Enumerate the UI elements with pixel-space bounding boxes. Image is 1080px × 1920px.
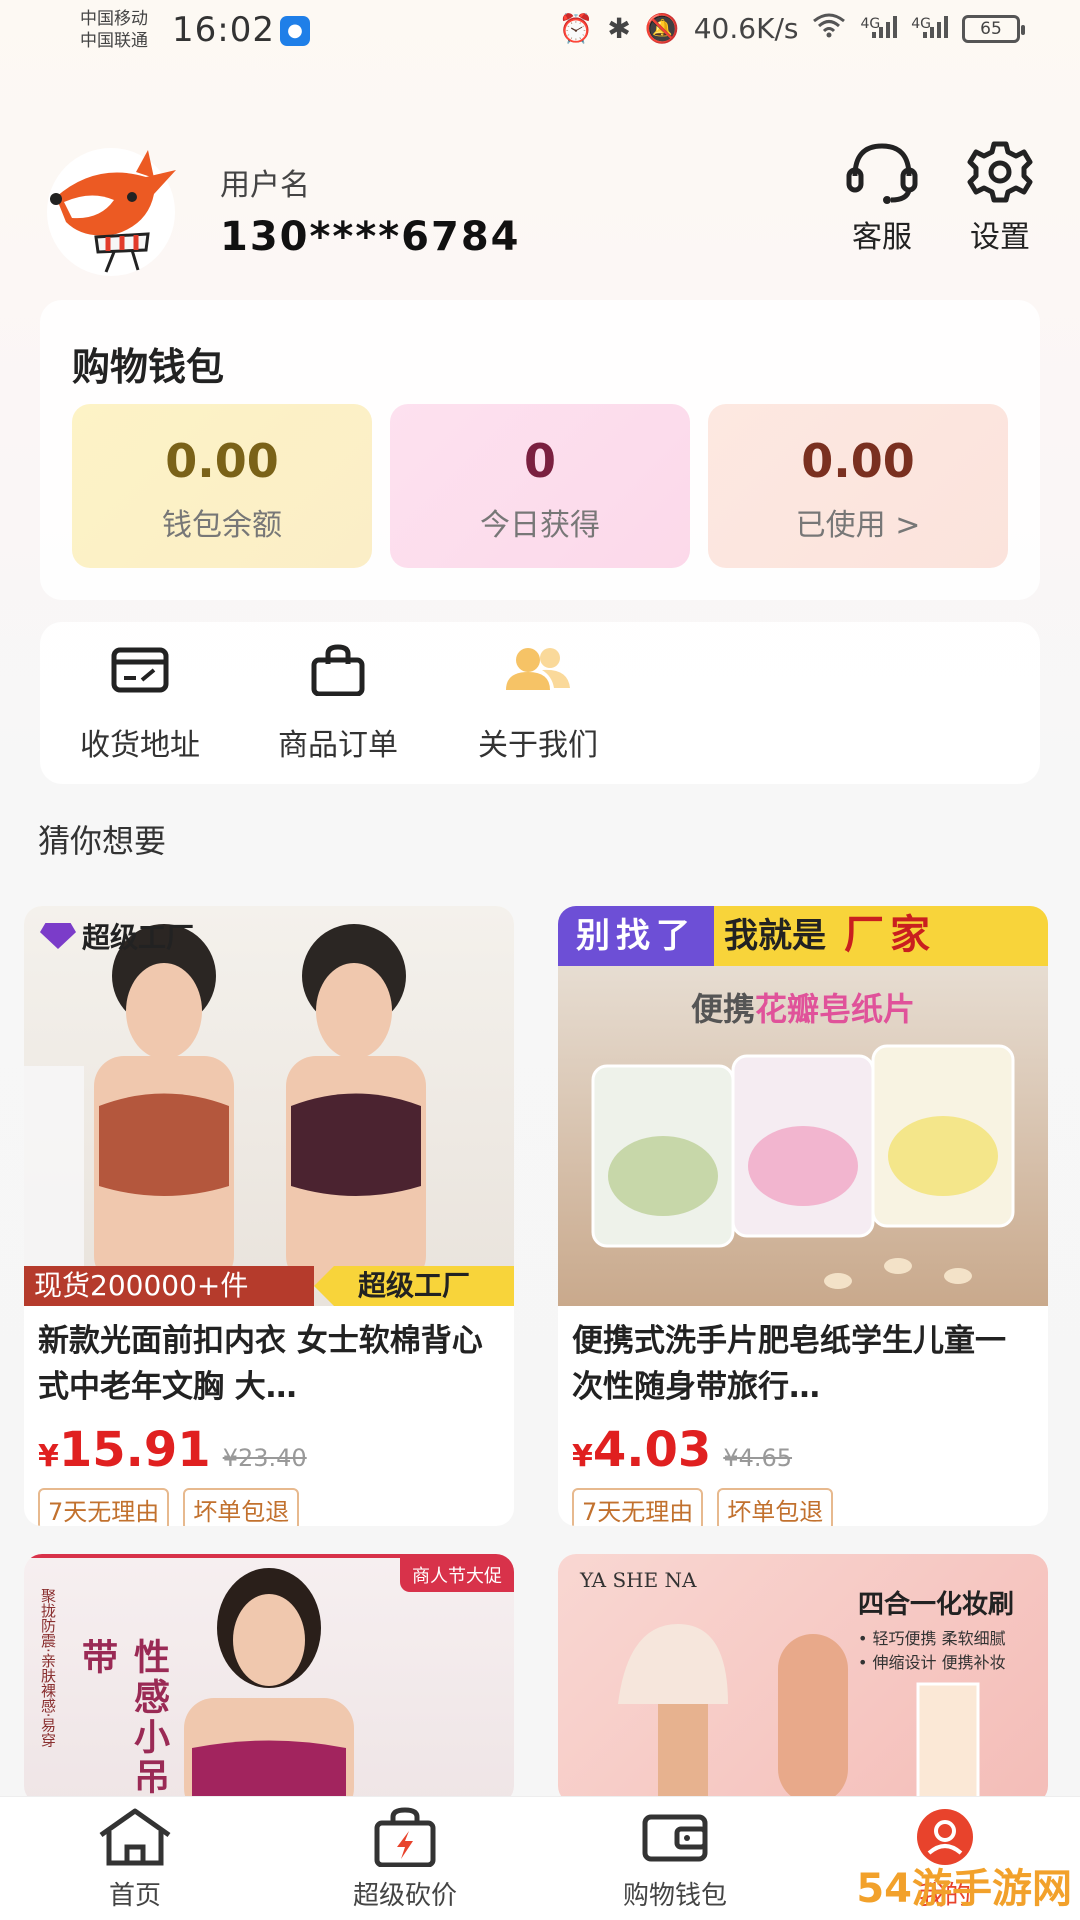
product-card[interactable]: 商人节大促 聚拢防震·亲肤裸感·易穿 性感小吊带 bbox=[24, 1554, 514, 1804]
network-speed: 40.6K/s bbox=[693, 12, 799, 45]
product-card[interactable]: YA SHE NA 四合一化妆刷 • 轻巧便携 柔软细腻 • 伸缩设计 便携补妆 bbox=[558, 1554, 1048, 1804]
settings-button[interactable]: 设置 bbox=[950, 140, 1050, 256]
product-orders-label: 商品订单 bbox=[278, 728, 398, 763]
return-policy-tag: 7天无理由 bbox=[38, 1488, 170, 1526]
nav-wallet-label: 购物钱包 bbox=[622, 1881, 727, 1911]
nav-bargain[interactable]: 超级砍价 bbox=[305, 1807, 505, 1912]
stock-banner: 现货200000+件 超级工厂 bbox=[24, 1266, 514, 1306]
lightbulb-icon: ● bbox=[280, 16, 310, 46]
wifi-icon bbox=[812, 12, 846, 45]
carrier-1: 中国移动 bbox=[80, 9, 148, 29]
product-title: 便携式洗手片肥皂纸学生儿童一次性随身带旅行… bbox=[572, 1323, 1006, 1405]
bottom-nav: 首页 超级砍价 购物钱包 我的 54游手游网 bbox=[0, 1796, 1080, 1920]
wallet-balance-value: 0.00 bbox=[165, 434, 279, 488]
factory-badge-text: 超级工厂 bbox=[82, 921, 195, 954]
site-watermark: 54游手游网 bbox=[856, 1866, 1072, 1912]
status-time: 16:02 bbox=[172, 10, 275, 50]
used-box[interactable]: 0.00 已使用 > bbox=[708, 404, 1008, 568]
product-price: ¥ 15.91 ¥23.40 bbox=[24, 1418, 514, 1478]
product-image: 别找了 我就是 厂家 便携花瓣皂纸片 bbox=[558, 906, 1048, 1306]
bluetooth-icon: ✱ bbox=[607, 12, 631, 45]
original-price: ¥4.65 bbox=[723, 1444, 793, 1472]
wallet-card: 购物钱包 0.00 钱包余额 0 今日获得 0.00 已使用 > bbox=[40, 300, 1040, 600]
headset-icon bbox=[846, 143, 918, 204]
factory-badge: 超级工厂 bbox=[40, 916, 194, 956]
today-earned-label: 今日获得 bbox=[480, 508, 600, 543]
section-title: 猜你想要 bbox=[38, 822, 167, 860]
customer-service-button[interactable]: 客服 bbox=[832, 140, 932, 256]
stock-banner-left: 现货200000+件 bbox=[24, 1266, 314, 1306]
used-label: 已使用 > bbox=[795, 508, 921, 543]
current-price: 15.91 bbox=[58, 1422, 211, 1478]
signal-1-icon: 4G bbox=[860, 12, 898, 45]
diamond-icon bbox=[40, 923, 76, 949]
damage-refund-tag: 坏单包退 bbox=[183, 1488, 300, 1526]
customer-service-label: 客服 bbox=[852, 220, 912, 255]
stock-banner-right: 超级工厂 bbox=[314, 1266, 514, 1306]
current-price: 4.03 bbox=[592, 1422, 712, 1478]
product-card[interactable]: 别找了 我就是 厂家 便携花瓣皂纸片 便携式洗手片肥皂纸学生儿童一次性随身带旅行… bbox=[558, 906, 1048, 1526]
shopping-bag-icon bbox=[311, 644, 365, 697]
product-image: 商人节大促 聚拢防震·亲肤裸感·易穿 性感小吊带 bbox=[24, 1554, 514, 1804]
original-price: ¥23.40 bbox=[222, 1444, 307, 1472]
username-label: 用户名 bbox=[220, 168, 310, 203]
wallet-balance-label: 钱包余额 bbox=[162, 508, 282, 543]
battery-icon: 65 bbox=[962, 14, 1025, 43]
nav-home-label: 首页 bbox=[108, 1881, 161, 1911]
product-orders-button[interactable]: 商品订单 bbox=[253, 644, 423, 764]
product-tags: 7天无理由 坏单包退 bbox=[558, 1478, 1048, 1526]
product-card[interactable]: 超级工厂 现货200000+件 超级工厂 新款光面前扣内衣 女士软棉背心式中老年… bbox=[24, 906, 514, 1526]
nav-wallet[interactable]: 购物钱包 bbox=[575, 1807, 775, 1912]
wallet-icon bbox=[642, 1814, 708, 1862]
today-earned-value: 0 bbox=[523, 434, 556, 488]
mute-icon: 🔕 bbox=[644, 12, 680, 45]
currency-symbol: ¥ bbox=[38, 1439, 59, 1474]
wallet-title: 购物钱包 bbox=[72, 345, 225, 389]
nav-home[interactable]: 首页 bbox=[35, 1807, 235, 1912]
carrier-2: 中国联通 bbox=[80, 31, 148, 51]
product-tags: 7天无理由 坏单包退 bbox=[24, 1478, 514, 1526]
about-us-button[interactable]: 关于我们 bbox=[453, 644, 623, 764]
avatar[interactable] bbox=[36, 142, 186, 277]
shipping-address-button[interactable]: 收货地址 bbox=[55, 644, 225, 764]
nav-bargain-label: 超级砍价 bbox=[352, 1881, 457, 1911]
product-title: 新款光面前扣内衣 女士软棉背心式中老年文胸 大… bbox=[38, 1323, 483, 1405]
about-us-label: 关于我们 bbox=[478, 728, 598, 763]
wallet-balance-box[interactable]: 0.00 钱包余额 bbox=[72, 404, 372, 568]
currency-symbol: ¥ bbox=[572, 1439, 593, 1474]
carrier-info: 中国移动 中国联通 bbox=[80, 8, 148, 52]
damage-refund-tag: 坏单包退 bbox=[717, 1488, 834, 1526]
gear-icon bbox=[967, 141, 1033, 203]
used-value: 0.00 bbox=[801, 434, 915, 488]
product-price: ¥ 4.03 ¥4.65 bbox=[558, 1418, 1048, 1478]
shortcut-panel: 收货地址 商品订单 关于我们 bbox=[40, 622, 1040, 784]
signal-2-icon: 4G bbox=[911, 12, 948, 45]
flash-bag-icon bbox=[374, 1807, 436, 1868]
phone-number: 130****6784 bbox=[220, 214, 521, 260]
system-icons: ⏰ ✱ 🔕 40.6K/s 4G 4G 65 bbox=[558, 12, 1025, 45]
product-image: YA SHE NA 四合一化妆刷 • 轻巧便携 柔软细腻 • 伸缩设计 便携补妆 bbox=[558, 1554, 1048, 1804]
product-image: 超级工厂 现货200000+件 超级工厂 bbox=[24, 906, 514, 1306]
today-earned-box[interactable]: 0 今日获得 bbox=[390, 404, 690, 568]
status-bar: 中国移动 中国联通 16:02 ● ⏰ ✱ 🔕 40.6K/s 4G 4G 65 bbox=[0, 0, 1080, 62]
home-icon bbox=[99, 1808, 171, 1866]
settings-label: 设置 bbox=[970, 220, 1030, 255]
address-card-icon bbox=[111, 647, 169, 693]
people-icon bbox=[506, 648, 570, 690]
alarm-icon: ⏰ bbox=[558, 12, 594, 45]
shipping-address-label: 收货地址 bbox=[80, 728, 200, 763]
return-policy-tag: 7天无理由 bbox=[572, 1488, 704, 1526]
